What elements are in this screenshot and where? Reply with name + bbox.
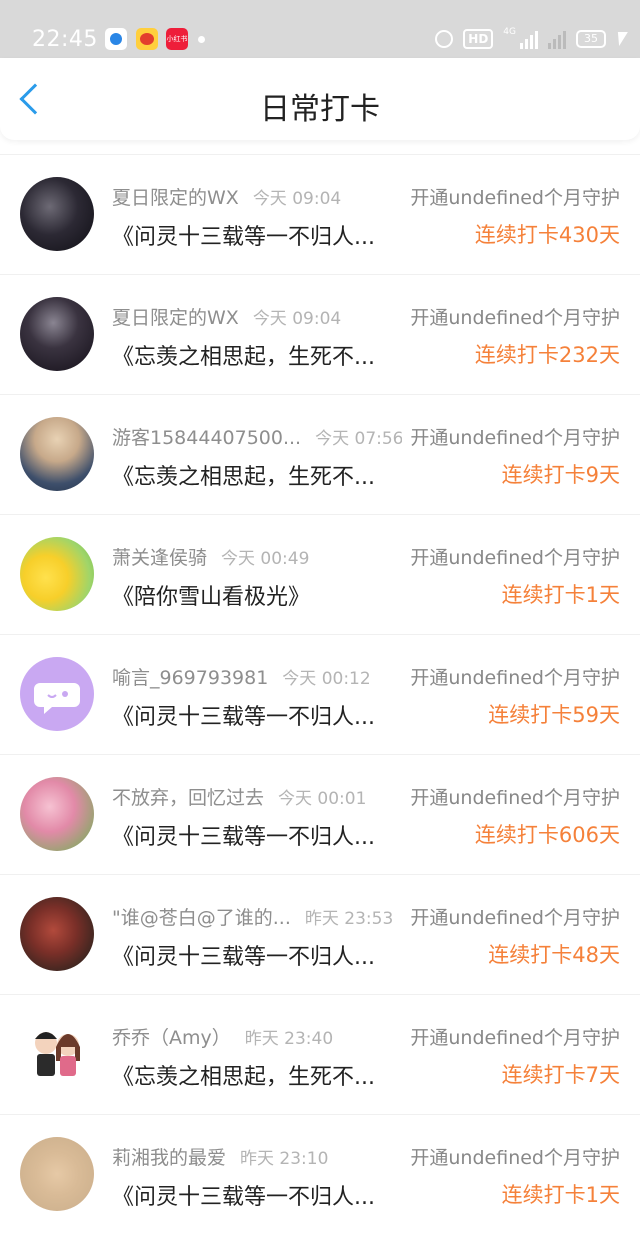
- timestamp: 今天 00:01: [278, 789, 367, 809]
- checkin-message: 《问灵十三载等一不归人...: [112, 705, 375, 730]
- status-indicators: HD 4G 35: [435, 26, 628, 52]
- guard-info: 开通undefined个月守护: [410, 667, 620, 689]
- page-title: 日常打卡: [260, 92, 380, 127]
- signal-2-icon: [548, 29, 566, 49]
- username[interactable]: 夏日限定的WX: [112, 307, 239, 329]
- streak-count: 连续打卡7天: [501, 1063, 620, 1087]
- username[interactable]: 不放弃，回忆过去: [112, 787, 264, 809]
- guard-info: 开通undefined个月守护: [410, 547, 620, 569]
- streak-count: 连续打卡59天: [488, 703, 620, 727]
- browser-app-icon: [105, 28, 127, 50]
- guard-info: 开通undefined个月守护: [410, 307, 620, 329]
- user-meta: 喻言_969793981 今天 00:12: [112, 663, 402, 690]
- alarm-icon: [435, 30, 454, 48]
- notification-dot-icon: [198, 36, 205, 43]
- timestamp: 昨天 23:40: [244, 1029, 334, 1049]
- username[interactable]: "谁@苍白@了谁的...: [112, 907, 291, 929]
- status-time: 22:45: [32, 27, 98, 52]
- user-meta: 夏日限定的WX 今天 09:04: [112, 183, 402, 210]
- streak-count: 连续打卡232天: [474, 343, 620, 367]
- avatar[interactable]: [20, 777, 94, 851]
- guard-info: 开通undefined个月守护: [410, 427, 620, 449]
- timestamp: 今天 00:49: [221, 549, 310, 569]
- couple-cartoon-icon: [35, 1032, 80, 1076]
- streak-count: 连续打卡1天: [501, 1183, 620, 1207]
- user-meta: 乔乔（Amy） 昨天 23:40: [112, 1023, 402, 1050]
- streak-count: 连续打卡48天: [488, 943, 620, 967]
- guard-info: 开通undefined个月守护: [410, 787, 620, 809]
- list-item[interactable]: 不放弃，回忆过去 今天 00:01 开通undefined个月守护 《问灵十三载等…: [0, 754, 640, 874]
- checkin-message: 《忘羡之相思起，生死不...: [112, 345, 375, 370]
- network-type-label: 4G: [503, 27, 516, 37]
- hd-voice-icon: HD: [463, 29, 494, 49]
- avatar[interactable]: [20, 657, 94, 731]
- guard-info: 开通undefined个月守护: [410, 1147, 620, 1169]
- streak-count: 连续打卡9天: [501, 463, 620, 487]
- avatar[interactable]: [20, 1017, 94, 1091]
- username[interactable]: 喻言_969793981: [112, 667, 268, 689]
- user-meta: 不放弃，回忆过去 今天 00:01: [112, 783, 402, 810]
- username[interactable]: 夏日限定的WX: [112, 187, 239, 209]
- chat-bubble-icon: [34, 683, 80, 714]
- timestamp: 今天 00:12: [282, 669, 371, 689]
- checkin-message: 《陪你雪山看极光》: [112, 585, 311, 610]
- checkin-message: 《问灵十三载等一不归人...: [112, 1185, 375, 1210]
- avatar[interactable]: [20, 417, 94, 491]
- guard-info: 开通undefined个月守护: [410, 907, 620, 929]
- list-item[interactable]: "谁@苍白@了谁的... 昨天 23:53 开通undefined个月守护 《问灵…: [0, 874, 640, 994]
- timestamp: 昨天 23:10: [240, 1149, 329, 1169]
- timestamp: 今天 09:04: [252, 309, 342, 329]
- avatar[interactable]: [20, 297, 94, 371]
- checkin-message: 《忘羡之相思起，生死不...: [112, 465, 375, 490]
- streak-count: 连续打卡1天: [501, 583, 620, 607]
- list-item[interactable]: 游客15844407500... 今天 07:56 开通undefined个月守护…: [0, 394, 640, 514]
- list-item[interactable]: 夏日限定的WX 今天 09:04 开通undefined个月守护 《问灵十三载等一…: [0, 154, 640, 274]
- avatar[interactable]: [20, 1137, 94, 1211]
- guard-info: 开通undefined个月守护: [410, 187, 620, 209]
- checkin-message: 《问灵十三载等一不归人...: [112, 825, 375, 850]
- username[interactable]: 乔乔（Amy）: [112, 1027, 231, 1049]
- timestamp: 昨天 23:53: [304, 909, 394, 929]
- username[interactable]: 莉湘我的最爱: [112, 1147, 226, 1169]
- timestamp: 今天 07:56: [315, 429, 402, 449]
- charging-icon: [614, 32, 628, 46]
- username[interactable]: 萧关逢侯骑: [112, 547, 207, 569]
- checkin-list: 夏日限定的WX 今天 09:04 开通undefined个月守护 《问灵十三载等一…: [0, 154, 640, 1234]
- signal-icon: [520, 29, 538, 49]
- weibo-app-icon: [136, 28, 158, 50]
- list-item[interactable]: 喻言_969793981 今天 00:12 开通undefined个月守护 《问灵…: [0, 634, 640, 754]
- avatar[interactable]: [20, 177, 94, 251]
- avatar[interactable]: [20, 537, 94, 611]
- status-bar: 22:45 小红书 HD 4G 35: [0, 0, 640, 58]
- guard-info: 开通undefined个月守护: [410, 1027, 620, 1049]
- user-meta: "谁@苍白@了谁的... 昨天 23:53: [112, 903, 402, 930]
- list-item[interactable]: 乔乔（Amy） 昨天 23:40 开通undefined个月守护 《忘羡之相思起，…: [0, 994, 640, 1114]
- list-item[interactable]: 夏日限定的WX 今天 09:04 开通undefined个月守护 《忘羡之相思起，…: [0, 274, 640, 394]
- user-meta: 夏日限定的WX 今天 09:04: [112, 303, 402, 330]
- list-item[interactable]: 莉湘我的最爱 昨天 23:10 开通undefined个月守护 《问灵十三载等一不…: [0, 1114, 640, 1234]
- streak-count: 连续打卡430天: [474, 223, 620, 247]
- streak-count: 连续打卡606天: [474, 823, 620, 847]
- checkin-message: 《问灵十三载等一不归人...: [112, 225, 375, 250]
- user-meta: 萧关逢侯骑 今天 00:49: [112, 543, 402, 570]
- user-meta: 莉湘我的最爱 昨天 23:10: [112, 1143, 402, 1170]
- list-item[interactable]: 萧关逢侯骑 今天 00:49 开通undefined个月守护 《陪你雪山看极光》 …: [0, 514, 640, 634]
- user-meta: 游客15844407500... 今天 07:56: [112, 423, 402, 450]
- checkin-message: 《问灵十三载等一不归人...: [112, 945, 375, 970]
- battery-icon: 35: [576, 30, 606, 48]
- checkin-message: 《忘羡之相思起，生死不...: [112, 1065, 375, 1090]
- avatar[interactable]: [20, 897, 94, 971]
- xiaohongshu-app-icon: 小红书: [166, 28, 188, 50]
- timestamp: 今天 09:04: [252, 189, 342, 209]
- nav-bar: 日常打卡: [0, 58, 640, 140]
- username[interactable]: 游客15844407500...: [112, 427, 301, 449]
